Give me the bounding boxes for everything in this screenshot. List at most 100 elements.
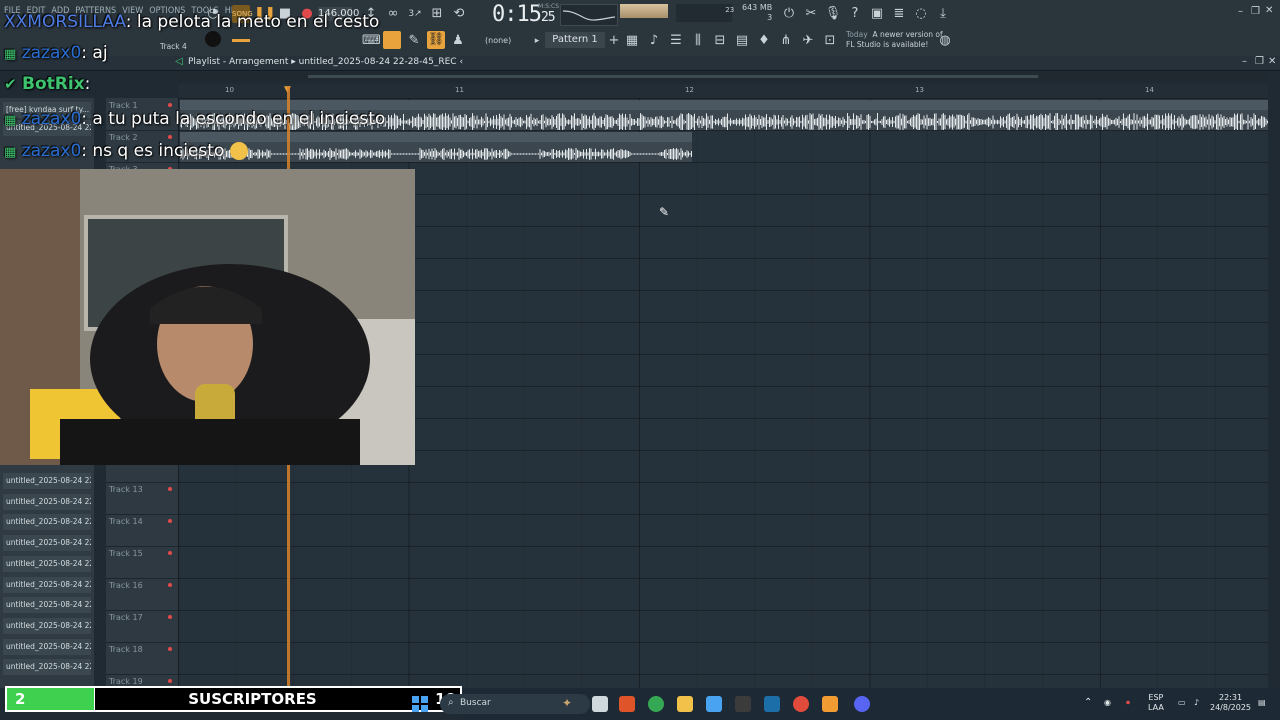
clipboard-icon[interactable]: ▤ <box>733 32 751 50</box>
brave-icon[interactable] <box>619 696 635 712</box>
steam-icon[interactable] <box>764 696 780 712</box>
clock[interactable]: 22:31 24/8/2025 <box>1210 693 1251 713</box>
obs-icon[interactable] <box>793 696 809 712</box>
subscriber-count: 2 <box>7 688 94 710</box>
time-format-label: M:S:CS <box>538 3 560 10</box>
record-arm-icon[interactable] <box>168 487 172 491</box>
record-arm-icon[interactable] <box>168 583 172 587</box>
minimize-icon[interactable]: – <box>1238 6 1243 17</box>
volume-knob[interactable] <box>205 31 221 47</box>
reset-icon[interactable]: ⏻ <box>780 5 798 23</box>
link-icon[interactable]: ⛓ <box>427 31 445 49</box>
app-icon[interactable] <box>735 696 751 712</box>
track-header[interactable]: Track 14 <box>106 514 178 547</box>
discord-tray-icon[interactable]: ◉ <box>1104 698 1111 708</box>
picker-item[interactable]: untitled_2025-08-24 22-... <box>3 659 91 676</box>
snap-selector[interactable]: (none) <box>485 36 511 45</box>
step-edit-icon[interactable]: ⊞ <box>428 5 446 23</box>
network-icon[interactable]: ▭ <box>1178 698 1186 708</box>
wait-icon[interactable]: ∞ <box>384 5 402 23</box>
task-view-icon[interactable] <box>592 696 608 712</box>
memory-readout: 23 643 MB 3 <box>725 3 773 22</box>
fl-studio-icon[interactable] <box>822 696 838 712</box>
bar-11: 11 <box>455 86 464 94</box>
restore-icon[interactable]: ❐ <box>1251 6 1260 17</box>
playlist-header: ◁ Playlist - Arrangement ▸ untitled_2025… <box>0 56 1280 71</box>
stamp-icon[interactable]: ♟ <box>449 32 467 50</box>
search-box[interactable]: ⌕ Buscar ✦ <box>440 694 590 714</box>
chrome-icon[interactable] <box>648 696 664 712</box>
picker-item[interactable]: untitled_2025-08-24 22-... <box>3 555 91 572</box>
picker-item[interactable]: untitled_2025-08-24 22-... <box>3 576 91 593</box>
help-icon[interactable]: ? <box>846 5 864 23</box>
loop-record-icon[interactable]: ⟲ <box>450 5 468 23</box>
pitch-slider[interactable] <box>232 39 250 42</box>
microphone-icon[interactable]: 🎙 <box>824 5 842 23</box>
playlist-icon[interactable]: ▦ <box>623 32 641 50</box>
picker-item[interactable]: untitled_2025-08-24 22-... <box>3 473 91 489</box>
picker-item[interactable]: untitled_2025-08-24 22-... <box>3 514 91 531</box>
download-icon[interactable]: ⤓ <box>934 5 952 23</box>
store-icon[interactable] <box>706 696 722 712</box>
record-arm-icon[interactable] <box>168 551 172 555</box>
timeline-ruler[interactable]: 10 11 12 13 14 ▼ <box>178 84 1268 98</box>
play-pattern-icon[interactable]: ◁ <box>170 53 188 71</box>
track-name: Track 15 <box>109 549 143 558</box>
file-explorer-icon[interactable] <box>677 696 693 712</box>
record-arm-icon[interactable] <box>168 679 172 683</box>
mixer-icon[interactable]: ≣ <box>890 5 908 23</box>
scroll-thumb[interactable] <box>308 75 1038 78</box>
save-icon[interactable]: ▣ <box>868 5 886 23</box>
track-header[interactable]: Track 18 <box>106 642 178 675</box>
mixer-view-icon[interactable]: ⫼ <box>689 32 707 50</box>
horizontal-scrollbar[interactable] <box>178 72 1268 82</box>
language-indicator[interactable]: ESP LAA <box>1148 693 1164 713</box>
picker-item[interactable]: untitled_2025-08-24 22-... <box>3 493 91 510</box>
arrow-right-icon[interactable]: ▸ <box>528 32 546 50</box>
mic-tray-icon[interactable]: ⏺ <box>1126 698 1130 708</box>
track-header[interactable]: Track 13 <box>106 482 178 515</box>
picker-item[interactable]: untitled_2025-08-24 22-... <box>3 597 91 614</box>
piano-roll-icon[interactable]: ♪ <box>645 32 663 50</box>
notification-icon[interactable]: ▤ <box>1258 698 1266 708</box>
draw-icon[interactable]: ✎ <box>405 32 423 50</box>
add-pattern-icon[interactable]: + <box>605 32 623 50</box>
countdown-icon[interactable]: 3↗ <box>406 5 424 23</box>
browser-icon[interactable]: ⊟ <box>711 32 729 50</box>
record-arm-icon[interactable] <box>168 615 172 619</box>
master-volume[interactable] <box>620 4 668 18</box>
record-arm-icon[interactable] <box>168 103 172 107</box>
record-arm-icon[interactable] <box>168 135 172 139</box>
snap-button[interactable] <box>383 31 401 49</box>
store-icon[interactable]: ⊡ <box>821 32 839 50</box>
track-header[interactable]: Track 15 <box>106 546 178 579</box>
discord-icon[interactable] <box>854 696 870 712</box>
record-arm-icon[interactable] <box>168 519 172 523</box>
channel-rack-icon[interactable]: ☰ <box>667 32 685 50</box>
chevron-up-icon[interactable]: ⌃ <box>1084 698 1092 708</box>
playlist-restore-icon[interactable]: ❐ <box>1255 56 1264 67</box>
picker-item[interactable]: untitled_2025-08-24 22-... <box>3 617 91 634</box>
picker-item[interactable]: untitled_2025-08-24 22-... <box>3 638 91 655</box>
picker-item[interactable]: untitled_2025-08-24 22-... <box>3 535 91 552</box>
playlist-minimize-icon[interactable]: – <box>1242 56 1247 67</box>
close-icon[interactable]: ✕ <box>1265 5 1273 16</box>
playlist-close-icon[interactable]: ✕ <box>1268 56 1276 67</box>
record-arm-icon[interactable] <box>168 647 172 651</box>
volume-icon[interactable]: ♪ <box>1194 698 1199 708</box>
keyboard-icon[interactable]: ⌨ <box>362 32 381 50</box>
globe-icon[interactable]: ◍ <box>936 32 954 50</box>
plugin-icon[interactable]: ♦ <box>755 32 773 50</box>
update-notice[interactable]: Today A newer version of FL Studio is av… <box>846 30 943 50</box>
chat-message: XXMORSILLAA: la pelota la meto en el ces… <box>4 12 380 32</box>
badge-icon: ▦ <box>4 113 17 128</box>
start-icon[interactable] <box>412 696 428 712</box>
track-header[interactable]: Track 16 <box>106 578 178 611</box>
cut-icon[interactable]: ✂ <box>802 5 820 23</box>
pattern-selector[interactable]: Pattern 1 <box>545 32 605 48</box>
magnet-icon[interactable]: ⋔ <box>777 32 795 50</box>
track-header[interactable]: Track 17 <box>106 610 178 643</box>
chat-icon[interactable]: ◌ <box>912 5 930 23</box>
slide-icon[interactable]: ✈ <box>799 32 817 50</box>
audio-clip-recording[interactable]: untitled_2025-08-24 22-31-06_REC <box>180 132 692 162</box>
